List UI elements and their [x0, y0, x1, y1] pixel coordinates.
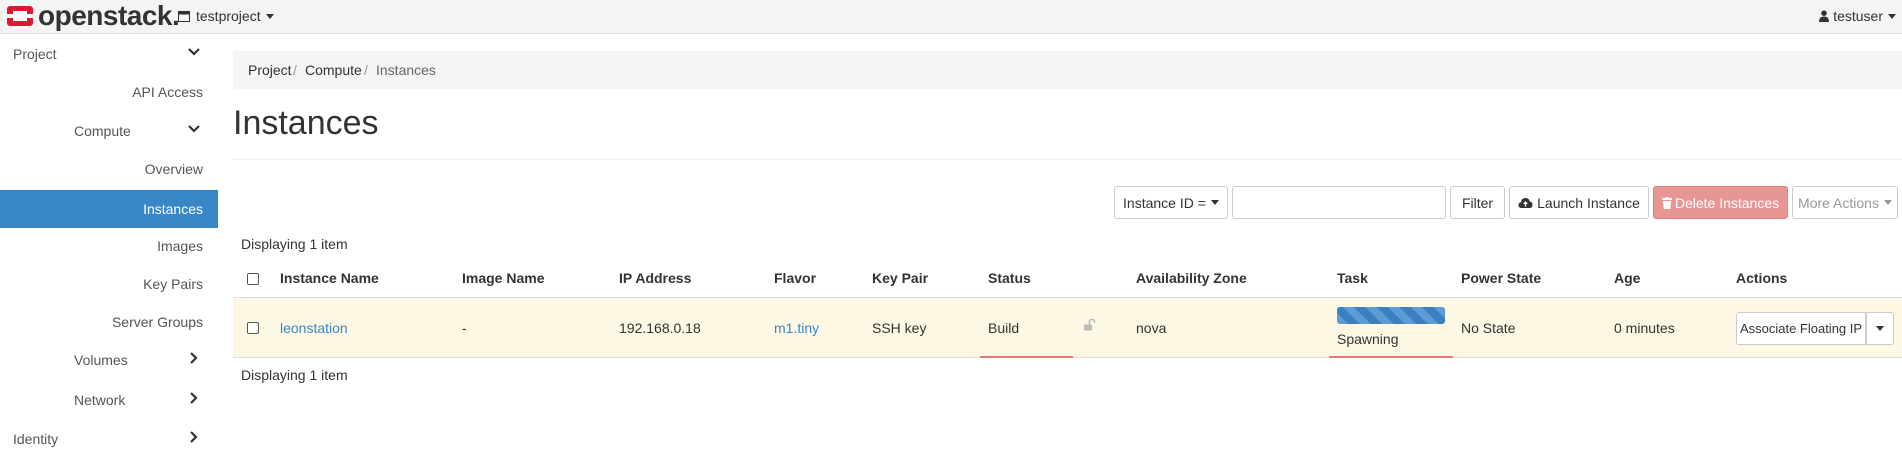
more-actions-button[interactable]: More Actions: [1792, 186, 1898, 219]
chevron-right-icon: [190, 431, 198, 443]
page-title: Instances: [233, 104, 379, 142]
sidebar-item-label: Server Groups: [111, 314, 203, 330]
sidebar-item-volumes[interactable]: Volumes: [0, 341, 218, 379]
top-navbar: openstack. testproject testuser: [0, 0, 1902, 34]
breadcrumb-item-instances: Instances: [376, 62, 436, 78]
sidebar-item-label: Images: [157, 238, 203, 254]
sidebar-item-instances[interactable]: Instances: [0, 190, 218, 228]
sidebar: Project API Access Compute Overview Inst…: [0, 35, 218, 463]
chevron-right-icon: [190, 352, 198, 364]
sidebar-item-label: Network: [74, 392, 126, 408]
chevron-down-icon: [1883, 200, 1892, 205]
column-header-age[interactable]: Age: [1614, 270, 1640, 286]
delete-instances-label: Delete Instances: [1674, 194, 1780, 211]
column-header-instance-name[interactable]: Instance Name: [280, 270, 379, 286]
instance-name-link[interactable]: leonstation: [280, 320, 348, 336]
sidebar-item-identity[interactable]: Identity: [0, 420, 218, 458]
chevron-down-icon: [1210, 200, 1219, 205]
column-header-ip-address[interactable]: IP Address: [619, 270, 691, 286]
sidebar-item-images[interactable]: Images: [0, 227, 218, 265]
user-icon: [1819, 10, 1830, 22]
status-progress-line: [980, 356, 1073, 358]
breadcrumb-separator: /: [293, 62, 297, 78]
user-menu[interactable]: testuser: [1819, 8, 1896, 24]
brand-text: openstack.: [38, 0, 180, 31]
breadcrumb: Project / Compute / Instances: [233, 51, 1902, 89]
sidebar-item-compute[interactable]: Compute: [0, 112, 218, 150]
task-cell: Spawning: [1337, 331, 1399, 347]
sidebar-item-network[interactable]: Network: [0, 381, 218, 419]
project-switcher[interactable]: testproject: [178, 8, 274, 24]
key-pair-cell: SSH key: [872, 320, 927, 336]
chevron-down-icon: [188, 48, 200, 56]
column-header-image-name[interactable]: Image Name: [462, 270, 544, 286]
associate-floating-ip-label: Associate Floating IP: [1739, 321, 1863, 336]
image-name-cell: -: [462, 320, 467, 336]
delete-instances-button[interactable]: Delete Instances: [1653, 186, 1788, 219]
filter-button[interactable]: Filter: [1450, 186, 1505, 219]
unlock-icon: [1084, 318, 1096, 331]
user-name: testuser: [1833, 8, 1883, 24]
sidebar-item-label: Identity: [13, 431, 59, 447]
sidebar-item-label: Volumes: [74, 352, 128, 368]
sidebar-item-api-access[interactable]: API Access: [0, 73, 218, 111]
chevron-down-icon: [188, 125, 200, 133]
sidebar-item-label: API Access: [132, 84, 203, 100]
column-header-status[interactable]: Status: [988, 270, 1031, 286]
status-cell: Build: [988, 320, 1020, 336]
chevron-down-icon: [1876, 326, 1884, 331]
project-name: testproject: [196, 8, 261, 24]
column-header-flavor[interactable]: Flavor: [774, 270, 816, 286]
cloud-upload-icon: [1518, 197, 1533, 208]
column-header-key-pair[interactable]: Key Pair: [872, 270, 928, 286]
ip-address-cell: 192.168.0.18: [619, 320, 701, 336]
project-icon: [178, 10, 190, 22]
openstack-logo-icon: [7, 6, 33, 26]
sidebar-item-label: Key Pairs: [143, 276, 203, 292]
filter-field-select[interactable]: Instance ID =: [1114, 186, 1228, 219]
flavor-link[interactable]: m1.tiny: [774, 320, 819, 336]
select-all-checkbox[interactable]: [247, 273, 259, 285]
row-checkbox[interactable]: [247, 322, 259, 334]
row-actions-dropdown-toggle[interactable]: [1866, 312, 1894, 345]
sidebar-item-key-pairs[interactable]: Key Pairs: [0, 265, 218, 303]
column-header-availability-zone[interactable]: Availability Zone: [1136, 270, 1247, 286]
divider: [233, 159, 1902, 160]
sidebar-item-server-groups[interactable]: Server Groups: [0, 303, 218, 341]
filter-button-label: Filter: [1461, 194, 1494, 211]
item-count-bottom: Displaying 1 item: [241, 367, 348, 383]
associate-floating-ip-button[interactable]: Associate Floating IP: [1736, 312, 1866, 345]
task-progress-bar: [1337, 307, 1445, 324]
sidebar-item-label: Instances: [143, 201, 203, 217]
launch-instance-button[interactable]: Launch Instance: [1509, 186, 1649, 219]
breadcrumb-item-project[interactable]: Project: [248, 62, 292, 78]
task-progress-line: [1329, 356, 1453, 358]
item-count-top: Displaying 1 item: [241, 236, 348, 252]
sidebar-item-project[interactable]: Project: [0, 35, 218, 73]
more-actions-label: More Actions: [1798, 194, 1879, 211]
brand-logo[interactable]: openstack.: [6, 0, 180, 31]
launch-instance-label: Launch Instance: [1537, 194, 1640, 211]
chevron-down-icon: [265, 13, 274, 19]
chevron-right-icon: [190, 392, 198, 404]
sidebar-item-label: Overview: [144, 161, 203, 177]
filter-input[interactable]: [1232, 186, 1446, 219]
chevron-down-icon: [1888, 13, 1896, 19]
breadcrumb-separator: /: [364, 62, 368, 78]
sidebar-item-label: Project: [13, 46, 57, 62]
sidebar-item-label: Compute: [74, 123, 131, 139]
sidebar-item-overview[interactable]: Overview: [0, 150, 218, 188]
column-header-task[interactable]: Task: [1337, 270, 1368, 286]
availability-zone-cell: nova: [1136, 320, 1167, 336]
trash-icon: [1661, 196, 1672, 209]
power-state-cell: No State: [1461, 320, 1516, 336]
filter-field-label: Instance ID =: [1123, 194, 1206, 211]
age-cell: 0 minutes: [1614, 320, 1675, 336]
column-header-power-state[interactable]: Power State: [1461, 270, 1541, 286]
breadcrumb-item-compute[interactable]: Compute: [305, 62, 362, 78]
column-header-actions: Actions: [1736, 270, 1788, 286]
